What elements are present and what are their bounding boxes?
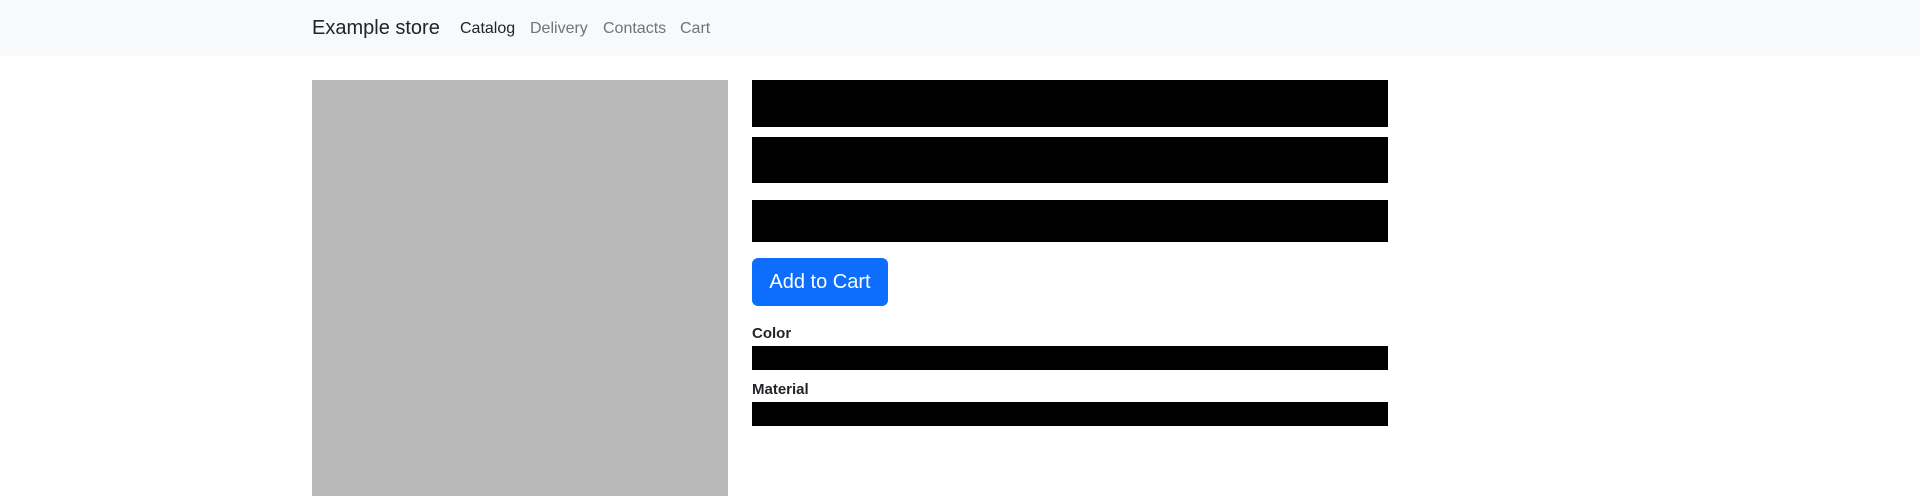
add-to-cart-button[interactable]: Add to Cart (752, 258, 888, 306)
product-image-placeholder (312, 80, 728, 496)
material-attribute-label: Material (752, 381, 809, 398)
redacted-product-description (752, 137, 1388, 183)
redacted-product-price (752, 200, 1388, 242)
nav-link-contacts[interactable]: Contacts (603, 19, 666, 39)
color-attribute-label: Color (752, 325, 792, 342)
nav-link-catalog[interactable]: Catalog (460, 19, 515, 39)
redacted-color-value (752, 346, 1388, 370)
store-brand-link[interactable]: Example store (312, 16, 440, 40)
top-navbar: Example store Catalog Delivery Contacts … (0, 0, 1920, 56)
nav-link-delivery[interactable]: Delivery (530, 19, 588, 39)
redacted-material-value (752, 402, 1388, 426)
nav-link-cart[interactable]: Cart (680, 19, 710, 39)
redacted-product-title (752, 80, 1388, 127)
